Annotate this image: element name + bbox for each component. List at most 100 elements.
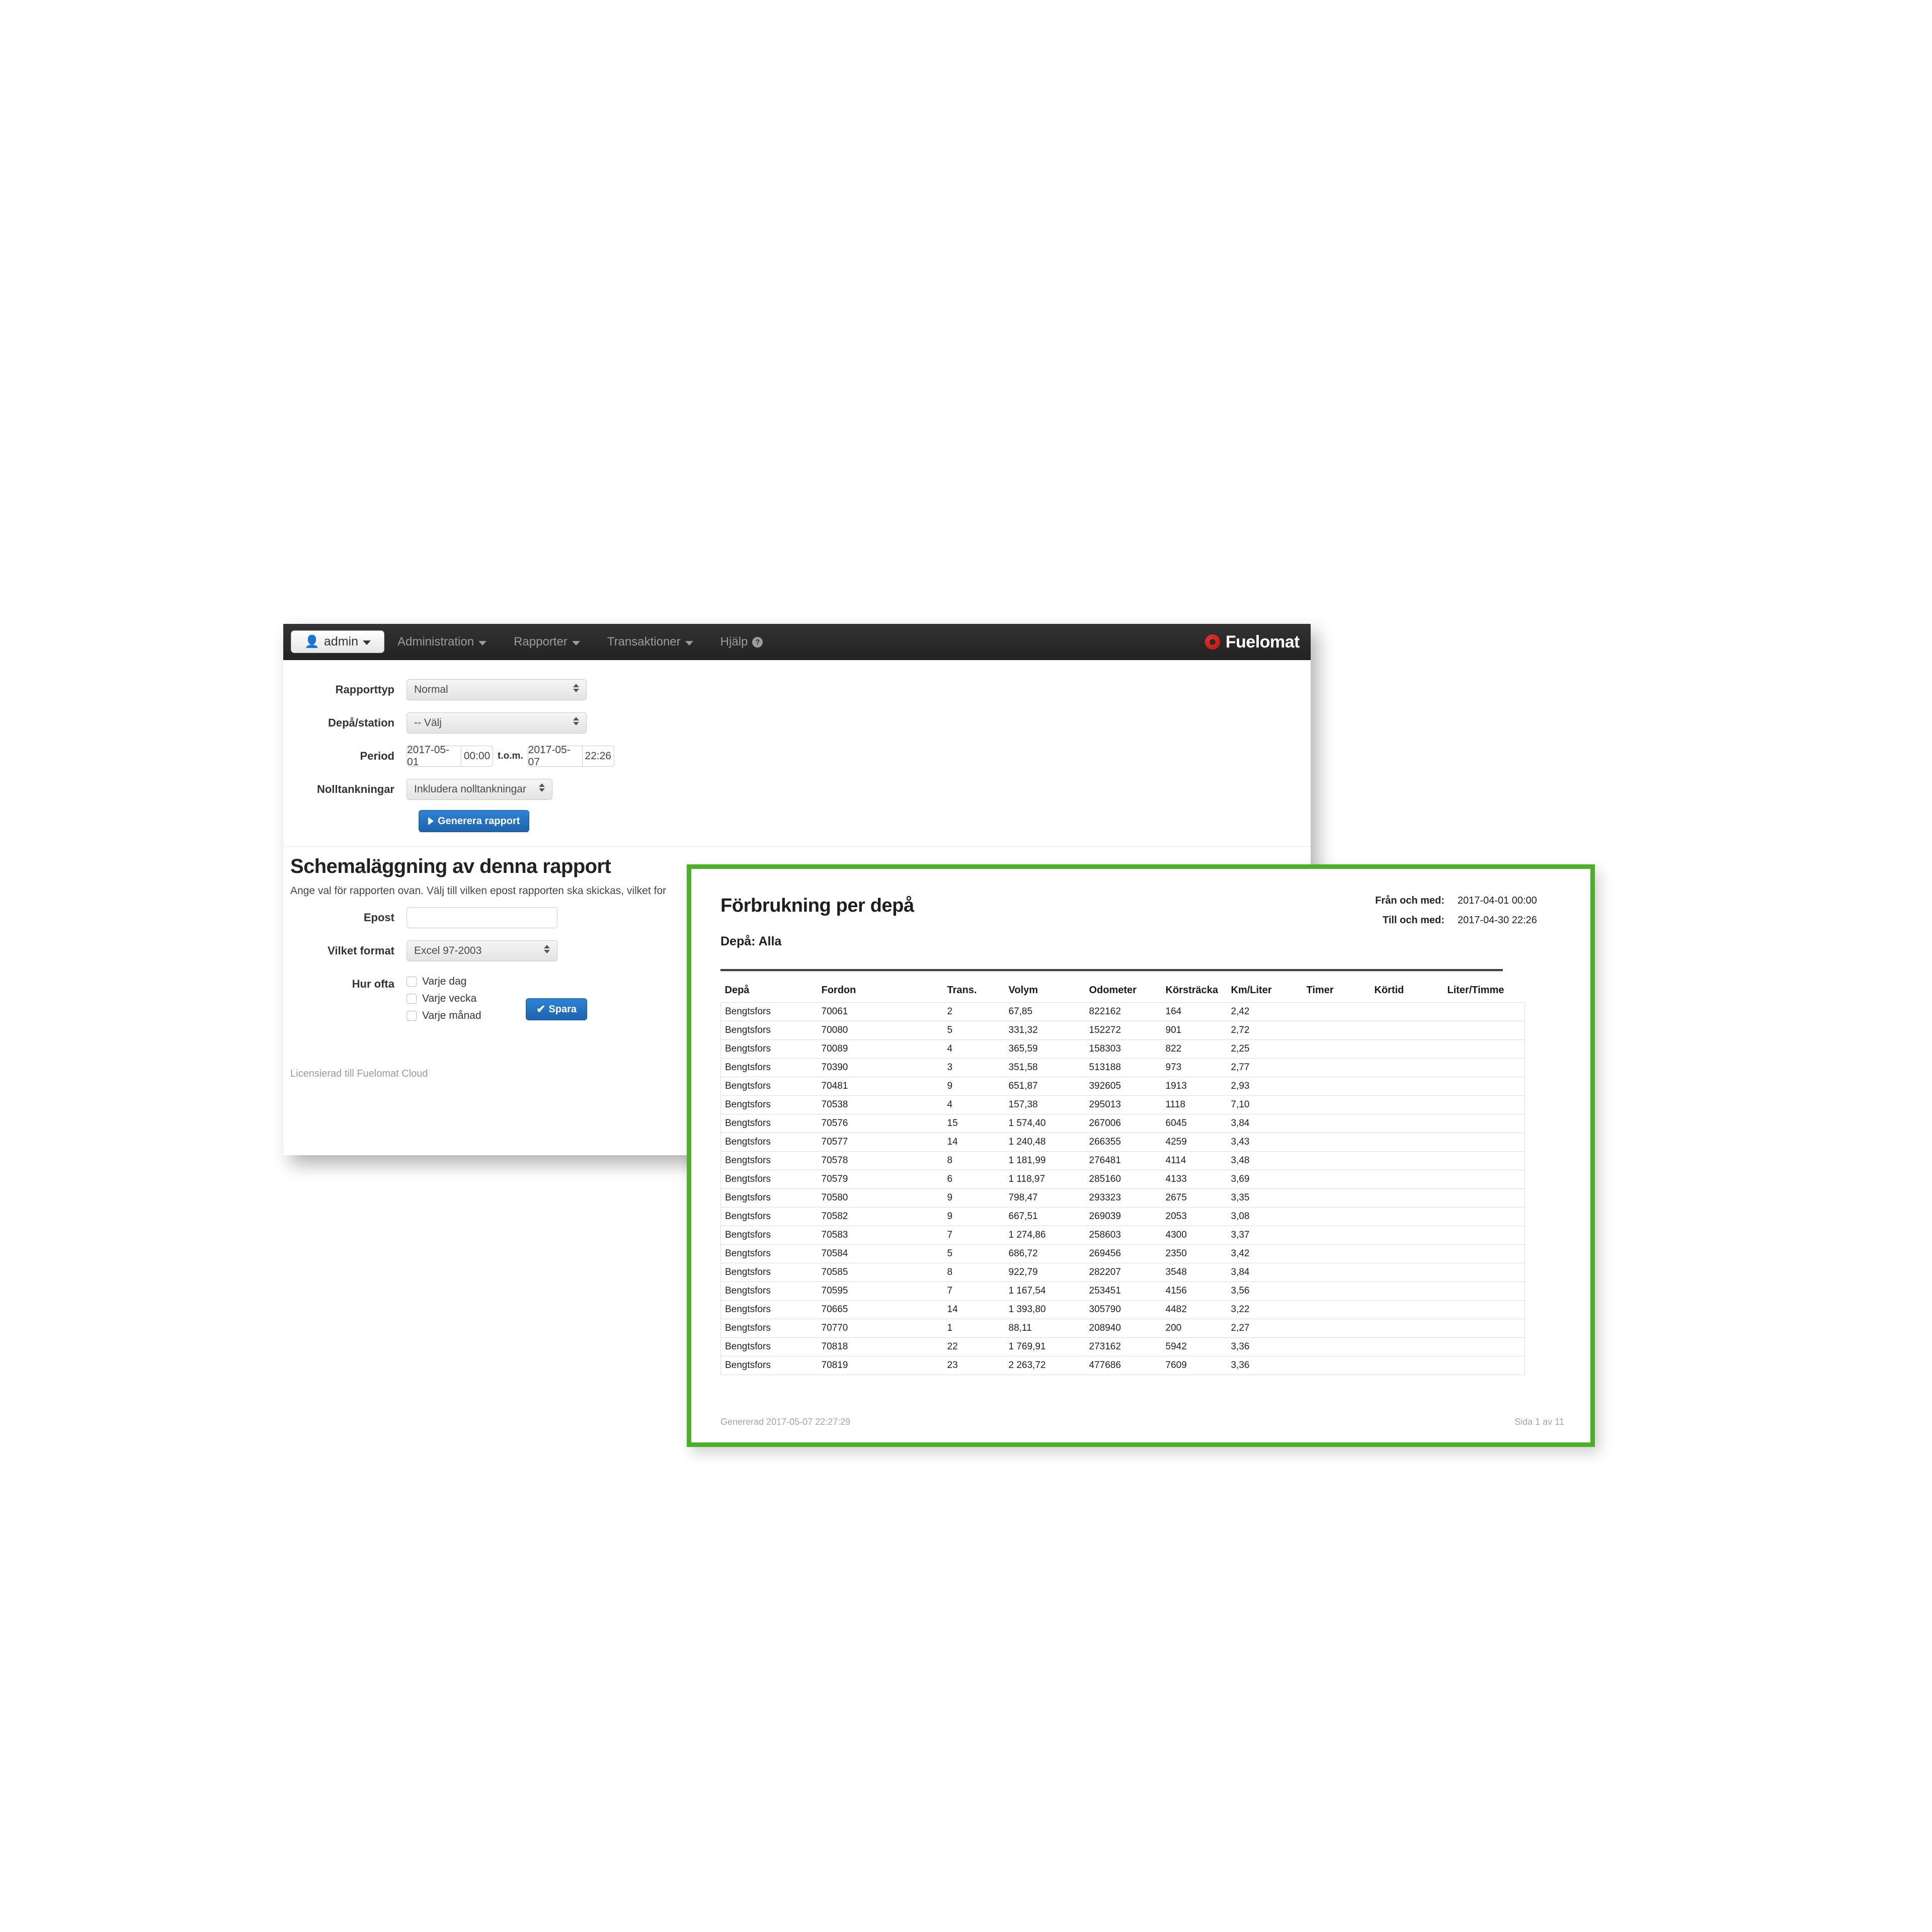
cell-depot: Bengtsfors — [720, 1058, 822, 1077]
cell-odometer: 158303 — [1089, 1039, 1166, 1059]
table-row: Bengtsfors 70538 4 157,38 295013 1118 7,10 — [720, 1095, 1525, 1114]
cell-drive-time — [1374, 1133, 1447, 1152]
cell-drive-time — [1374, 1244, 1447, 1263]
cell-depot: Bengtsfors — [720, 1207, 822, 1226]
cell-volume: 1 274,86 — [1008, 1226, 1089, 1245]
chevron-down-icon — [362, 640, 371, 645]
cell-trans: 14 — [947, 1300, 1009, 1319]
column-header-depot: Depå — [725, 985, 750, 996]
cell-odometer: 269039 — [1089, 1207, 1166, 1226]
zero-fills-select[interactable]: Inkludera nolltankningar — [407, 779, 552, 800]
depot-select[interactable]: -- Välj — [407, 712, 587, 734]
period-group: 2017-05-01 00:00 t.o.m. 2017-05-07 22:26 — [407, 744, 614, 768]
cell-odometer: 269456 — [1089, 1244, 1166, 1263]
zero-fills-value: Inkludera nolltankningar — [414, 783, 526, 795]
frequency-option-daily[interactable]: Varje dag — [407, 976, 481, 988]
cell-volume: 651,87 — [1008, 1077, 1089, 1096]
cell-odometer: 258603 — [1089, 1226, 1166, 1245]
cell-vehicle: 70579 — [821, 1170, 947, 1189]
period-from-date-input[interactable]: 2017-05-01 — [407, 744, 461, 768]
cell-odometer: 513188 — [1089, 1058, 1166, 1077]
table-header-row: Depå Fordon Trans. Volym Odometer Körstr… — [721, 981, 1525, 1003]
check-icon: ✔ — [536, 1003, 546, 1015]
cell-liter-per-hour — [1447, 1077, 1525, 1096]
cell-km-per-liter: 3,43 — [1231, 1133, 1307, 1152]
generate-report-button[interactable]: Generera rapport — [419, 810, 530, 832]
cell-hours — [1306, 1356, 1375, 1375]
cell-odometer: 295013 — [1089, 1095, 1166, 1114]
frequency-label: Varje dag — [422, 976, 467, 987]
email-input[interactable] — [407, 907, 557, 928]
navbar-items: Administration Rapporter Transaktioner H… — [384, 624, 776, 660]
format-select[interactable]: Excel 97-2003 — [407, 940, 557, 961]
label-period: Period — [360, 750, 394, 762]
nav-item-administration[interactable]: Administration — [384, 624, 500, 660]
cell-km-per-liter: 3,69 — [1231, 1170, 1307, 1189]
cell-volume: 1 769,91 — [1008, 1337, 1089, 1356]
cell-odometer: 253451 — [1089, 1281, 1166, 1301]
checkbox-icon[interactable] — [407, 994, 417, 1004]
table-body: Bengtsfors 70061 2 67,85 822162 164 2,42 Bengts… — [720, 1002, 1525, 1375]
save-button[interactable]: ✔ Spara — [526, 998, 588, 1020]
cell-volume: 1 574,40 — [1008, 1114, 1089, 1133]
cell-volume: 157,38 — [1008, 1095, 1089, 1114]
cell-hours — [1306, 1226, 1375, 1245]
cell-drive-time — [1374, 1188, 1447, 1208]
cell-drive-time — [1374, 1077, 1447, 1096]
cell-trans: 7 — [947, 1226, 1009, 1245]
period-from-time-input[interactable]: 00:00 — [461, 746, 493, 767]
cell-vehicle: 70578 — [821, 1151, 947, 1170]
frequency-option-weekly[interactable]: Varje vecka — [407, 993, 481, 1005]
cell-hours — [1306, 1151, 1375, 1170]
cell-vehicle: 70580 — [821, 1188, 947, 1208]
cell-distance: 164 — [1165, 1002, 1231, 1021]
nav-label: Transaktioner — [607, 635, 681, 649]
table-row: Bengtsfors 70818 22 1 769,91 273162 5942 3,36 — [720, 1337, 1525, 1356]
cell-vehicle: 70583 — [821, 1226, 947, 1245]
cell-hours — [1306, 1133, 1375, 1152]
column-header-trans: Trans. — [947, 985, 977, 996]
cell-volume: 1 240,48 — [1008, 1133, 1089, 1152]
nav-item-rapporter[interactable]: Rapporter — [500, 624, 594, 660]
nav-item-hjalp[interactable]: Hjälp ? — [707, 624, 777, 660]
table-row: Bengtsfors 70583 7 1 274,86 258603 4300 3,37 — [720, 1226, 1525, 1245]
cell-liter-per-hour — [1447, 1226, 1525, 1245]
checkbox-icon[interactable] — [407, 977, 417, 987]
nav-item-transaktioner[interactable]: Transaktioner — [594, 624, 707, 660]
cell-hours — [1306, 1207, 1375, 1226]
table-row: Bengtsfors 70089 4 365,59 158303 822 2,25 — [720, 1039, 1525, 1059]
user-menu-button[interactable]: 👤 admin — [291, 630, 384, 653]
cell-depot: Bengtsfors — [720, 1039, 822, 1059]
cell-depot: Bengtsfors — [720, 1319, 822, 1338]
cell-depot: Bengtsfors — [720, 1170, 822, 1189]
report-generated-timestamp: Genererad 2017-05-07 22:27:29 — [720, 1417, 851, 1427]
checkbox-icon[interactable] — [407, 1011, 417, 1021]
cell-vehicle: 70595 — [821, 1281, 947, 1301]
cell-trans: 14 — [947, 1133, 1009, 1152]
cell-km-per-liter: 3,35 — [1231, 1188, 1307, 1208]
cell-distance: 973 — [1165, 1058, 1231, 1077]
frequency-option-monthly[interactable]: Varje månad — [407, 1010, 481, 1022]
generate-report-label: Generera rapport — [438, 815, 520, 827]
table-row: Bengtsfors 70585 8 922,79 282207 3548 3,84 — [720, 1263, 1525, 1282]
cell-distance: 2053 — [1165, 1207, 1231, 1226]
user-menu-label: admin — [324, 634, 358, 649]
cell-vehicle: 70080 — [821, 1021, 947, 1040]
form-row-report-type: Rapporttyp Normal — [283, 679, 786, 700]
period-to-time-input[interactable]: 22:26 — [582, 746, 614, 767]
period-separator-label: t.o.m. — [498, 751, 523, 761]
label-zero-fills: Nolltankningar — [316, 783, 394, 795]
cell-km-per-liter: 3,48 — [1231, 1151, 1307, 1170]
cell-odometer: 152272 — [1089, 1021, 1166, 1040]
cell-drive-time — [1374, 1170, 1447, 1189]
cell-trans: 6 — [947, 1170, 1009, 1189]
cell-vehicle: 70577 — [821, 1133, 947, 1152]
report-type-select[interactable]: Normal — [407, 679, 587, 700]
cell-liter-per-hour — [1447, 1170, 1525, 1189]
license-note: Licensierad till Fuelomat Cloud — [290, 1068, 428, 1079]
cell-vehicle: 70061 — [821, 1002, 947, 1021]
select-spinner-icon — [544, 945, 550, 953]
period-to-date-input[interactable]: 2017-05-07 — [527, 744, 582, 768]
cell-distance: 3548 — [1165, 1263, 1231, 1282]
column-header-odometer: Odometer — [1089, 985, 1137, 996]
